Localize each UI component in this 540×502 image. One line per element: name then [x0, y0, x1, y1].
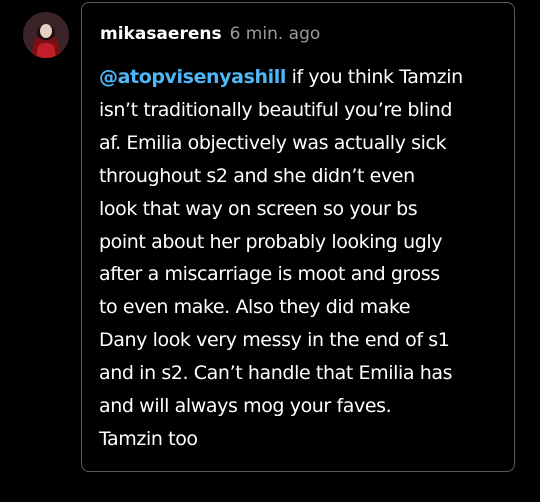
comment-header: mikasaerens 6 min. ago — [100, 23, 320, 45]
comment-line: after a miscarriage is moot and gross — [99, 263, 440, 286]
mention-link[interactable]: @atopvisenyashill — [99, 66, 286, 88]
comment-line: af. Emilia objectively was actually sick — [99, 131, 447, 154]
comment-line: Tamzin too — [99, 427, 198, 450]
username-link[interactable]: mikasaerens — [100, 24, 222, 44]
comment-line: isn’t traditionally beautiful you’re bli… — [99, 98, 453, 121]
comment-line: look that way on screen so your bs — [99, 197, 418, 220]
avatar[interactable] — [23, 12, 69, 58]
comment-line: Dany look very messy in the end of s1 — [99, 329, 450, 352]
comment-card: mikasaerens 6 min. ago @atopvisenyashill … — [81, 2, 515, 472]
comment-line: to even make. Also they did make — [99, 296, 411, 319]
comment-line: and in s2. Can’t handle that Emilia has — [99, 362, 453, 385]
comment-line: @atopvisenyashill if you think Tamzin — [99, 61, 509, 94]
comment-body: @atopvisenyashill if you think Tamzin is… — [99, 61, 509, 456]
comment-line: throughout s2 and she didn’t even — [99, 164, 415, 187]
timestamp: 6 min. ago — [229, 24, 321, 44]
avatar-image — [23, 12, 69, 58]
comment-line: point about her probably looking ugly — [99, 230, 443, 253]
comment-line: and will always mog your faves. — [99, 395, 392, 418]
comment-text: if you think Tamzin — [285, 66, 464, 88]
